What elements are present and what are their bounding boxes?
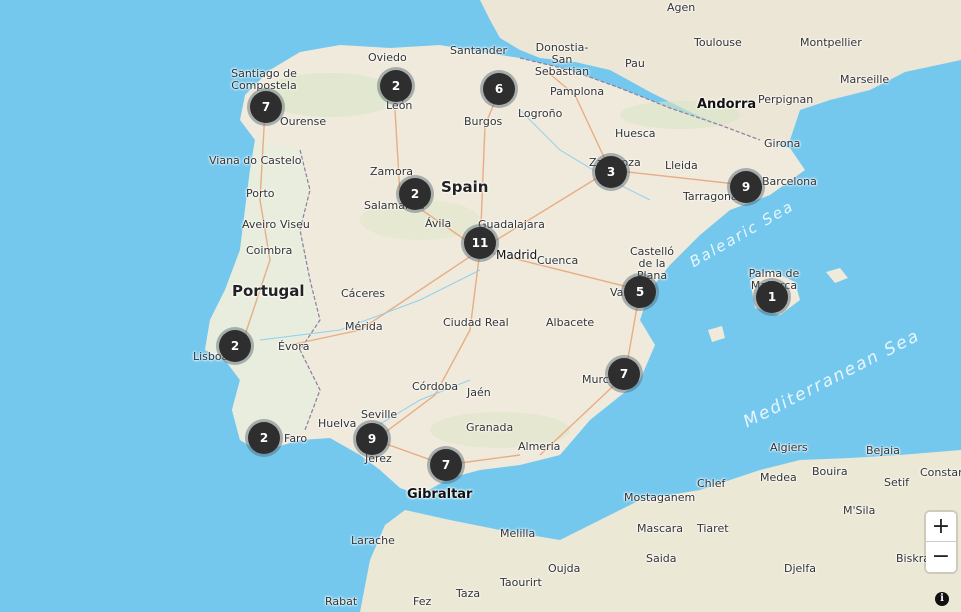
- attribution-info-icon[interactable]: i: [935, 592, 949, 606]
- city-label: Setif: [884, 476, 909, 489]
- city-label: Burgos: [464, 115, 503, 128]
- city-label: Mérida: [345, 320, 383, 333]
- city-label: Toulouse: [694, 36, 742, 49]
- country-label-andorra: Andorra: [697, 97, 757, 112]
- city-label: Tiaret: [697, 522, 729, 535]
- cluster-marker-madrid[interactable]: 11: [461, 224, 499, 262]
- cluster-count: 11: [464, 227, 496, 259]
- city-label: Agen: [667, 1, 696, 14]
- cluster-count: 9: [730, 171, 762, 203]
- cluster-marker-lisbon[interactable]: 2: [216, 327, 254, 365]
- cluster-marker-santiago[interactable]: 7: [247, 88, 285, 126]
- city-label: Djelfa: [784, 562, 816, 575]
- city-label: Viseu: [280, 218, 310, 231]
- country-label-portugal: Portugal: [232, 282, 305, 300]
- city-label: Medea: [760, 471, 797, 484]
- city-label: Ciudad Real: [443, 316, 509, 329]
- cluster-count: 1: [756, 281, 788, 313]
- cluster-marker-seville[interactable]: 9: [353, 420, 391, 458]
- city-label: Viana do Castelo: [209, 154, 302, 167]
- country-label-gibraltar: Gibraltar: [407, 487, 473, 502]
- city-label: Logroño: [518, 107, 563, 120]
- city-label: Bouira: [812, 465, 848, 478]
- cluster-count: 7: [250, 91, 282, 123]
- cluster-count: 2: [399, 178, 431, 210]
- city-label: Constantine: [920, 466, 961, 479]
- cluster-marker-valencia[interactable]: 5: [621, 273, 659, 311]
- cluster-count: 6: [483, 73, 515, 105]
- city-label: Rabat: [325, 595, 358, 608]
- city-label: Chlef: [697, 477, 726, 490]
- cluster-marker-cantabria[interactable]: 6: [480, 70, 518, 108]
- city-label: Seville: [361, 408, 398, 421]
- map-canvas[interactable]: Spain Portugal Andorra Gibraltar Baleari…: [0, 0, 961, 612]
- country-label-spain: Spain: [441, 178, 489, 196]
- cluster-count: 2: [248, 422, 280, 454]
- cluster-marker-oviedo[interactable]: 2: [377, 67, 415, 105]
- city-label: Ourense: [280, 115, 327, 128]
- city-label: Lleida: [665, 159, 698, 172]
- city-label: Almeria: [518, 440, 561, 453]
- city-label: Donostia-San Sebastian: [534, 41, 590, 78]
- city-label: Taza: [456, 587, 481, 600]
- cluster-count: 7: [608, 358, 640, 390]
- city-label: Huesca: [615, 127, 656, 140]
- city-label: Marseille: [840, 73, 890, 86]
- city-label: Larache: [351, 534, 395, 547]
- city-label: Saida: [646, 552, 677, 565]
- city-label: Cáceres: [341, 287, 386, 300]
- city-label: Girona: [764, 137, 801, 150]
- city-label: Perpignan: [758, 93, 814, 106]
- city-label: M'Sila: [843, 504, 876, 517]
- city-label: Porto: [246, 187, 275, 200]
- city-label: Oujda: [548, 562, 581, 575]
- city-label: Mascara: [637, 522, 684, 535]
- city-label: Taourirt: [500, 576, 542, 589]
- city-label: Santander: [450, 44, 507, 57]
- city-label: Fez: [413, 595, 432, 608]
- city-label: Pamplona: [550, 85, 605, 98]
- capital-label-madrid: Madrid: [496, 248, 538, 262]
- cluster-count: 2: [219, 330, 251, 362]
- city-label: Biskra: [896, 552, 930, 565]
- city-label: Huelva: [318, 417, 357, 430]
- city-label: Faro: [284, 432, 308, 445]
- city-label: Montpellier: [800, 36, 862, 49]
- city-label: Bejaia: [866, 444, 900, 457]
- city-label: Aveiro: [242, 218, 277, 231]
- city-label: Évora: [278, 340, 310, 353]
- city-label: Barcelona: [762, 175, 817, 188]
- cluster-count: 7: [430, 449, 462, 481]
- zoom-control: + −: [926, 512, 956, 572]
- city-label: Córdoba: [412, 380, 459, 393]
- zoom-in-button[interactable]: +: [926, 512, 956, 542]
- city-label: Albacete: [546, 316, 595, 329]
- city-label: Coimbra: [246, 244, 293, 257]
- city-label: Oviedo: [368, 51, 407, 64]
- city-label: Granada: [466, 421, 514, 434]
- cluster-count: 3: [595, 156, 627, 188]
- city-label: Melilla: [500, 527, 536, 540]
- city-label: Mostaganem: [624, 491, 696, 504]
- city-label: Jaén: [467, 386, 491, 399]
- cluster-marker-palma[interactable]: 1: [753, 278, 791, 316]
- cluster-marker-malaga[interactable]: 7: [427, 446, 465, 484]
- cluster-count: 5: [624, 276, 656, 308]
- cluster-marker-zaragoza[interactable]: 3: [592, 153, 630, 191]
- city-label: Pau: [625, 57, 645, 70]
- city-label: Cuenca: [537, 254, 579, 267]
- zoom-out-button[interactable]: −: [926, 542, 956, 572]
- cluster-count: 2: [380, 70, 412, 102]
- cluster-marker-salamanca[interactable]: 2: [396, 175, 434, 213]
- cluster-marker-faro[interactable]: 2: [245, 419, 283, 457]
- cluster-marker-murcia[interactable]: 7: [605, 355, 643, 393]
- cluster-marker-barcelona[interactable]: 9: [727, 168, 765, 206]
- cluster-count: 9: [356, 423, 388, 455]
- city-label: Algiers: [770, 441, 808, 454]
- city-label: Ávila: [425, 217, 452, 230]
